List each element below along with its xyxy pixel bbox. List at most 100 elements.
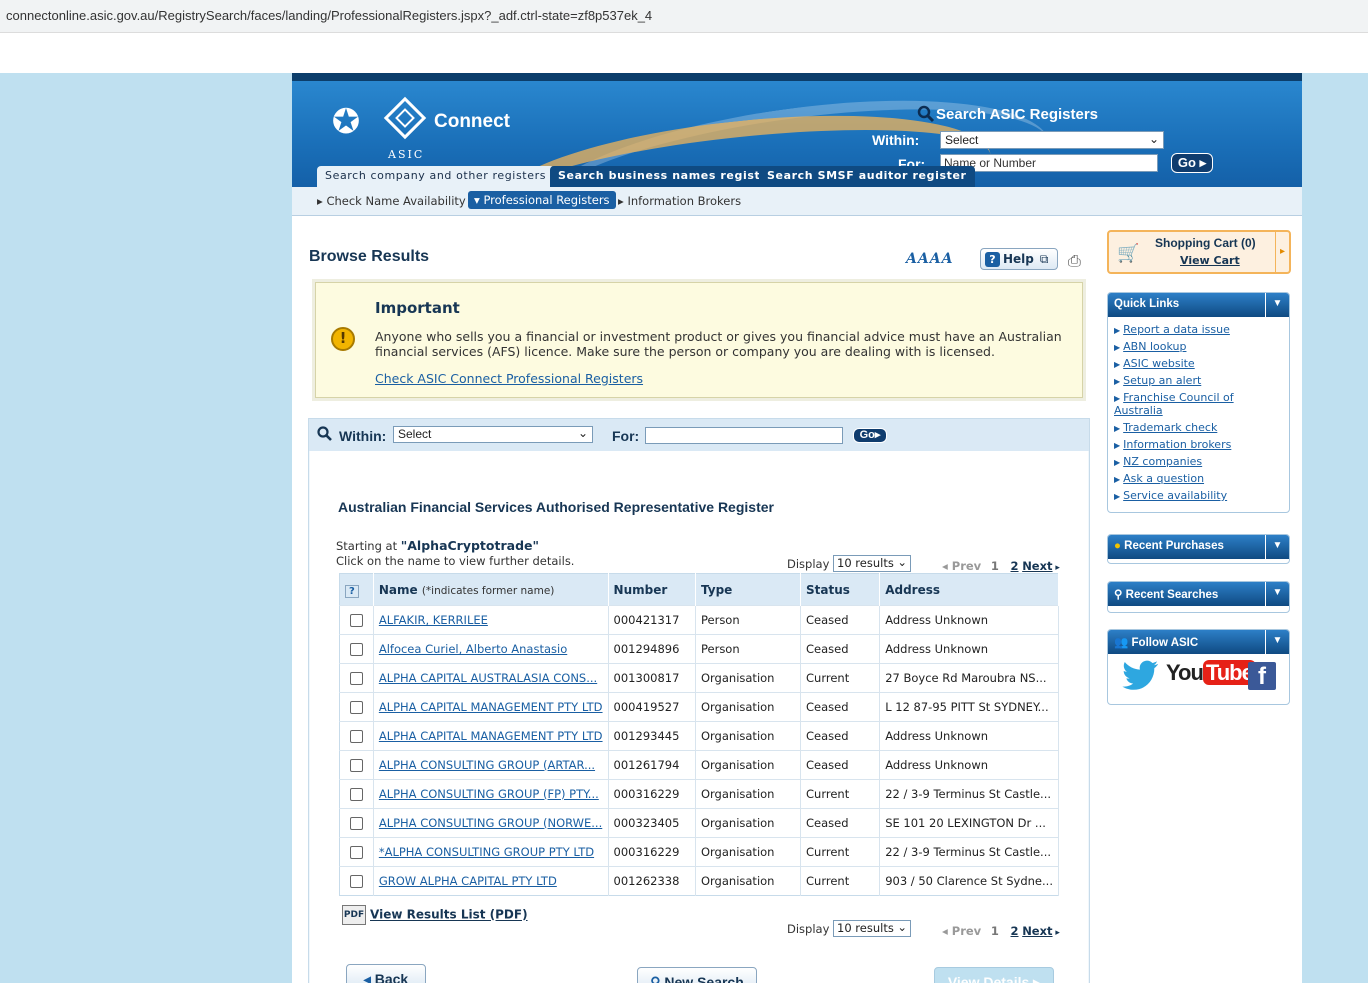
subnav-information-brokers[interactable]: ▸ Information Brokers [618, 194, 741, 208]
entity-name-link[interactable]: ALPHA CAPITAL MANAGEMENT PTY LTD [379, 700, 603, 714]
subnav-check-name[interactable]: ▸ Check Name Availability [317, 194, 466, 208]
address-cell: L 12 87-95 PITT St SYDNEY... [879, 692, 1059, 722]
quick-link[interactable]: NZ companies [1123, 455, 1202, 468]
follow-asic-header[interactable]: 👥 Follow ASIC ▼ [1108, 630, 1289, 654]
type-header[interactable]: Type [695, 573, 802, 606]
chevron-right-icon[interactable]: ▸ [1275, 232, 1289, 272]
starting-at: Starting at "AlphaCryptotrade" [336, 538, 539, 553]
number-cell: 001300817 [608, 663, 696, 693]
recent-purchases-box: ● Recent Purchases ▼ [1107, 534, 1290, 564]
quick-link[interactable]: Service availability [1123, 489, 1227, 502]
row-checkbox[interactable] [349, 730, 363, 743]
display-label-bottom: Display [787, 922, 830, 936]
entity-name-link[interactable]: ALPHA CONSULTING GROUP (FP) PTY... [379, 787, 599, 801]
quick-link[interactable]: Trademark check [1123, 421, 1217, 434]
view-results-pdf-link[interactable]: PDF View Results List (PDF) [342, 905, 528, 925]
quick-link-item: ▶ ASIC website [1114, 357, 1283, 370]
quick-link[interactable]: Franchise Council of Australia [1114, 391, 1234, 417]
chevron-down-icon[interactable]: ▼ [1265, 630, 1289, 654]
quick-link[interactable]: Information brokers [1123, 438, 1231, 451]
coins-icon: ● [1114, 540, 1121, 552]
inline-for-input[interactable] [645, 427, 843, 444]
address-cell: 903 / 50 Clarence St Sydne... [879, 866, 1059, 896]
entity-name-link[interactable]: ALPHA CONSULTING GROUP (NORWE... [379, 816, 602, 830]
next-link-top[interactable]: Next [1022, 559, 1052, 573]
new-search-button[interactable]: ⚲ New Search [637, 967, 757, 983]
chevron-right-icon: ▶ [1114, 441, 1121, 450]
number-header[interactable]: Number [608, 573, 696, 606]
entity-name-link[interactable]: ALPHA CAPITAL MANAGEMENT PTY LTD [379, 729, 603, 743]
address-header[interactable]: Address [879, 573, 1059, 606]
tab-search-business-names[interactable]: Search business names register [550, 166, 783, 187]
browser-url-bar[interactable]: connectonline.asic.gov.au/RegistrySearch… [0, 0, 1368, 33]
entity-name-link[interactable]: Alfocea Curiel, Alberto Anastasio [379, 642, 567, 656]
chevron-down-icon[interactable]: ▼ [1265, 535, 1289, 559]
recent-purchases-header[interactable]: ● Recent Purchases ▼ [1108, 535, 1289, 559]
page-2-top[interactable]: 2 [1011, 559, 1019, 573]
entity-name-link[interactable]: ALPHA CONSULTING GROUP (ARTAR... [379, 758, 595, 772]
connect-logo-text[interactable]: Connect [434, 111, 510, 133]
quick-links-header[interactable]: Quick Links ▼ [1108, 293, 1289, 317]
display-select-bottom[interactable]: 10 results ⌄ [833, 920, 911, 937]
quick-link[interactable]: Report a data issue [1123, 323, 1230, 336]
row-checkbox[interactable] [349, 701, 363, 714]
table-row: ALPHA CAPITAL MANAGEMENT PTY LTD 00041952… [339, 692, 1059, 722]
results-table: ? Name (*indicates former name) Number T… [339, 573, 1059, 896]
address-cell: SE 101 20 LEXINGTON Dr ... [879, 808, 1059, 838]
entity-name-link[interactable]: *ALPHA CONSULTING GROUP PTY LTD [379, 845, 594, 859]
view-cart-link[interactable]: View Cart [1180, 254, 1240, 267]
row-checkbox[interactable] [349, 846, 363, 859]
check-professional-registers-link[interactable]: Check ASIC Connect Professional Register… [375, 371, 643, 386]
select-all-header[interactable]: ? [339, 573, 374, 606]
subnav-check-name-label: Check Name Availability [326, 194, 466, 208]
quick-link[interactable]: ABN lookup [1123, 340, 1186, 353]
inline-go-button[interactable]: Go▸ [853, 428, 887, 443]
prev-link-bottom[interactable]: ◂ Prev [942, 924, 981, 938]
youtube-icon[interactable]: You Tube [1166, 660, 1256, 686]
view-details-button[interactable]: View Details ▸ [934, 967, 1054, 983]
quick-link-item: ▶ Ask a question [1114, 472, 1283, 485]
help-button[interactable]: ? Help ⧉ [980, 248, 1058, 270]
quick-link-item: ▶ Information brokers [1114, 438, 1283, 451]
quick-link[interactable]: Ask a question [1123, 472, 1204, 485]
recent-searches-header[interactable]: ⚲ Recent Searches ▼ [1108, 582, 1289, 606]
inline-within-select[interactable]: Select ⌄ [393, 426, 593, 443]
row-checkbox[interactable] [349, 875, 363, 888]
entity-name-link[interactable]: ALFAKIR, KERRILEE [379, 613, 488, 627]
row-checkbox[interactable] [349, 759, 363, 772]
twitter-icon[interactable] [1122, 660, 1160, 692]
shopping-cart[interactable]: 🛒 Shopping Cart (0) View Cart ▸ [1107, 230, 1291, 274]
header-go-button[interactable]: Go ▸ [1171, 153, 1213, 173]
name-header[interactable]: Name (*indicates former name) [373, 573, 609, 606]
font-size-control[interactable]: AAAA [906, 251, 953, 267]
row-checkbox[interactable] [349, 672, 363, 685]
prev-link-top[interactable]: ◂ Prev [942, 559, 981, 573]
quick-link[interactable]: ASIC website [1123, 357, 1195, 370]
status-header[interactable]: Status [800, 573, 881, 606]
page-2-bottom[interactable]: 2 [1011, 924, 1019, 938]
back-button[interactable]: ◂ Back [346, 964, 426, 983]
row-select-cell [339, 634, 374, 664]
entity-name-link[interactable]: ALPHA CAPITAL AUSTRALASIA CONS... [379, 671, 597, 685]
type-cell: Person [695, 605, 802, 635]
row-checkbox[interactable] [349, 817, 363, 830]
tab-search-smsf[interactable]: Search SMSF auditor register [759, 166, 975, 187]
entity-name-link[interactable]: GROW ALPHA CAPITAL PTY LTD [379, 874, 557, 888]
display-select-top[interactable]: 10 results ⌄ [833, 555, 911, 572]
row-checkbox[interactable] [349, 643, 363, 656]
subnav-professional-registers[interactable]: ▾ Professional Registers [468, 191, 616, 209]
starting-label: Starting at [336, 539, 398, 553]
quick-link[interactable]: Setup an alert [1123, 374, 1201, 387]
next-link-bottom[interactable]: Next [1022, 924, 1052, 938]
row-checkbox[interactable] [349, 614, 363, 627]
chevron-down-icon[interactable]: ▼ [1265, 582, 1289, 606]
chevron-down-icon[interactable]: ▼ [1265, 293, 1289, 317]
row-checkbox[interactable] [349, 788, 363, 801]
tab-search-company[interactable]: Search company and other registers [317, 166, 555, 187]
pdf-link-label: View Results List (PDF) [370, 907, 528, 922]
within-select[interactable]: Select ⌄ [940, 131, 1164, 149]
quick-link-item: ▶ NZ companies [1114, 455, 1283, 468]
facebook-icon[interactable]: f [1248, 662, 1276, 690]
name-header-label: Name [378, 582, 418, 597]
print-icon[interactable]: ⎙ [1068, 251, 1086, 270]
